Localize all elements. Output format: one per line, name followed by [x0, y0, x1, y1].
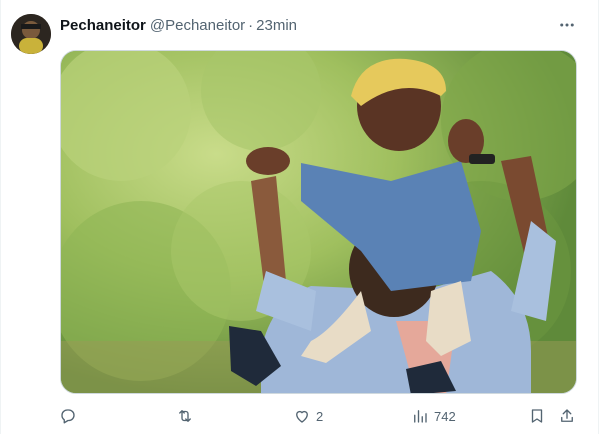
tweet-media-photo[interactable] [60, 50, 577, 394]
retweet-button[interactable] [176, 404, 194, 428]
bookmark-button[interactable] [528, 404, 546, 428]
tweet-actions-bar: 2 742 [1, 404, 599, 428]
views-button[interactable]: 742 [411, 404, 456, 428]
tweet-card[interactable]: Pechaneitor @Pechaneitor · 23min 2 742 [0, 0, 599, 434]
avatar-image-icon [11, 14, 51, 54]
like-count: 2 [316, 408, 324, 424]
separator-dot: · [248, 16, 254, 34]
share-icon [561, 409, 573, 422]
more-dots-icon [560, 23, 574, 27]
reply-button[interactable] [59, 404, 77, 428]
heart-icon [296, 410, 308, 423]
retweet-icon [179, 410, 191, 422]
author-handle[interactable]: @Pechaneitor [150, 17, 245, 34]
share-button[interactable] [558, 404, 576, 428]
reply-icon [61, 409, 75, 424]
bookmark-icon [531, 409, 543, 423]
tweet-header: Pechaneitor @Pechaneitor · 23min [60, 15, 297, 35]
photo-image [61, 51, 576, 393]
like-button[interactable]: 2 [293, 404, 323, 428]
author-name[interactable]: Pechaneitor [60, 17, 146, 34]
avatar[interactable] [11, 14, 51, 54]
views-chart-icon [414, 410, 427, 423]
more-options-button[interactable] [556, 14, 578, 36]
views-count: 742 [434, 408, 456, 424]
timestamp[interactable]: 23min [256, 17, 297, 34]
